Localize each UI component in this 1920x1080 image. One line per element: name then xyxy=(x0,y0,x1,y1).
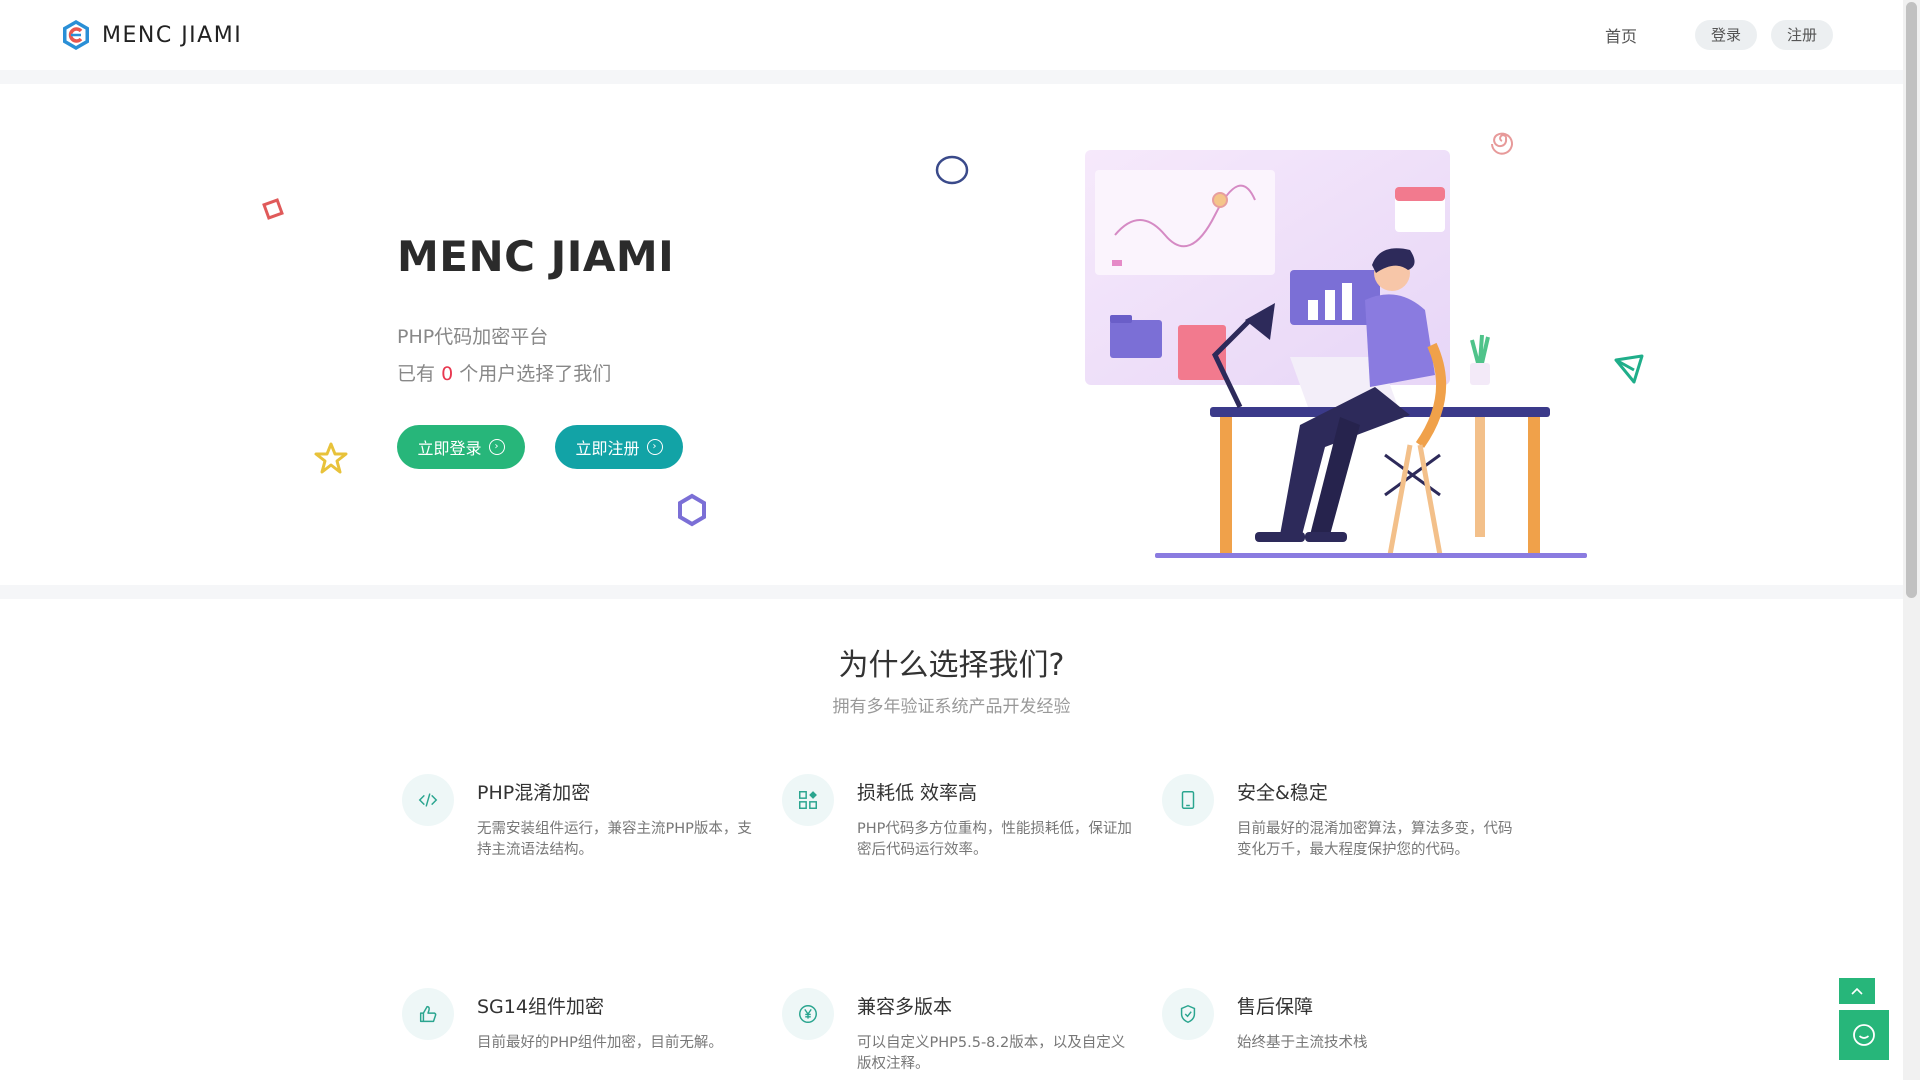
section-divider xyxy=(0,585,1903,599)
hero-register-label: 立即注册 xyxy=(575,439,640,458)
nav-home-link[interactable]: 首页 xyxy=(1605,23,1637,47)
hero-subtitle: PHP代码加密平台 xyxy=(397,326,549,348)
apps-icon xyxy=(782,774,834,826)
hero-title: MENC JIAMI xyxy=(397,232,675,281)
shield-check-icon xyxy=(1162,988,1214,1040)
feature-description: 可以自定义PHP5.5-8.2版本，以及自定义版权注释。 xyxy=(857,1035,1126,1072)
feature-title: PHP混淆加密 xyxy=(477,782,591,804)
brand-logo[interactable]: MENC JIAMI xyxy=(60,16,242,54)
chevron-up-icon xyxy=(1851,987,1863,995)
nav-login-button[interactable]: 登录 xyxy=(1695,20,1757,50)
back-to-top-button[interactable] xyxy=(1839,978,1875,1004)
scrollbar-thumb[interactable] xyxy=(1906,2,1917,598)
feature-title: 售后保障 xyxy=(1237,996,1314,1018)
top-nav: 首页 登录 注册 xyxy=(1605,20,1833,50)
illustration-floor xyxy=(1155,553,1587,558)
hexagon-decoration-icon xyxy=(678,493,706,527)
arrow-right-icon: › xyxy=(646,439,663,455)
users-prefix: 已有 xyxy=(397,363,436,385)
feature-description: 目前最好的混淆加密算法，算法多变，代码变化万千，最大程度保护您的代码。 xyxy=(1237,821,1513,858)
hero-illustration xyxy=(1085,150,1587,558)
top-header: MENC JIAMI 首页 登录 注册 xyxy=(0,0,1903,71)
tablet-icon xyxy=(1162,774,1214,826)
code-icon xyxy=(402,774,454,826)
hero-login-label: 立即登录 xyxy=(417,439,482,458)
circle-decoration-icon xyxy=(935,155,969,185)
feature-title: 安全&稳定 xyxy=(1237,782,1328,804)
feature-description: 始终基于主流技术栈 xyxy=(1237,1035,1368,1051)
feature-description: 目前最好的PHP组件加密，目前无解。 xyxy=(477,1035,723,1051)
brand-name: MENC JIAMI xyxy=(102,22,243,48)
section-divider xyxy=(0,70,1903,84)
section-title: 为什么选择我们? xyxy=(838,648,1065,683)
thumbs-up-icon xyxy=(402,988,454,1040)
feature-title: 兼容多版本 xyxy=(857,996,953,1018)
chat-icon xyxy=(1853,1024,1875,1046)
users-count: 0 xyxy=(441,363,454,385)
feature-description: PHP代码多方位重构，性能损耗低，保证加密后代码运行效率。 xyxy=(857,821,1132,858)
nav-register-button[interactable]: 注册 xyxy=(1771,20,1833,50)
feature-title: 损耗低 效率高 xyxy=(857,782,978,804)
yen-icon xyxy=(782,988,834,1040)
arrow-right-icon: › xyxy=(488,439,505,455)
section-subtitle: 拥有多年验证系统产品开发经验 xyxy=(832,697,1071,717)
hero-user-count: 已有 0 个用户选择了我们 xyxy=(397,359,611,386)
diamond-decoration-icon xyxy=(262,198,284,220)
hero-register-button[interactable]: 立即注册 › xyxy=(555,425,683,469)
star-decoration-icon xyxy=(314,442,348,474)
chat-support-button[interactable] xyxy=(1839,1010,1889,1060)
hero-login-button[interactable]: 立即登录 › xyxy=(397,425,525,469)
users-suffix: 个用户选择了我们 xyxy=(459,363,612,385)
feature-description: 无需安装组件运行，兼容主流PHP版本，支持主流语法结构。 xyxy=(477,821,752,858)
feature-title: SG14组件加密 xyxy=(477,996,604,1018)
logo-icon xyxy=(63,20,89,50)
